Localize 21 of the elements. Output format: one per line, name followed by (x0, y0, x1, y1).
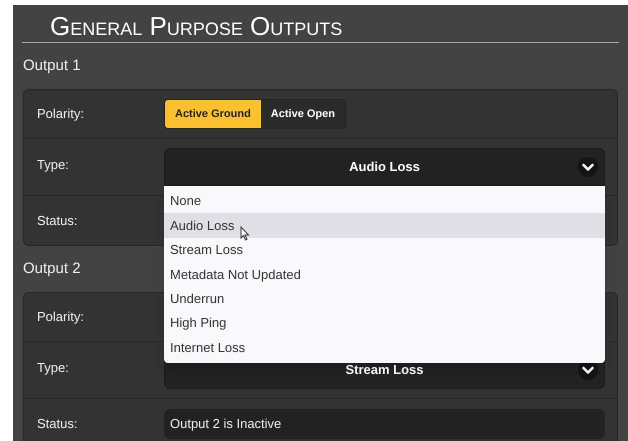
field-label: Polarity: (36, 105, 85, 124)
menu-option[interactable]: High Ping (164, 310, 605, 336)
menu-option[interactable]: Underrun (164, 286, 605, 311)
menu-option[interactable]: Stream Loss (164, 238, 605, 262)
toggle-button[interactable]: Active Open (260, 100, 345, 128)
status-field: Output 2 is Inactive (164, 408, 605, 438)
field-label: Type: (36, 156, 70, 174)
field-label: Type: (36, 359, 70, 377)
menu-option[interactable]: Audio Loss (164, 213, 605, 238)
menu-option[interactable]: Metadata Not Updated (164, 262, 605, 287)
page-title: General Purpose Outputs (50, 13, 342, 39)
mouse-cursor-icon (240, 226, 250, 241)
chevron-down-icon (578, 157, 598, 177)
field-label: Polarity: (36, 308, 85, 326)
field-label: Status: (36, 212, 78, 230)
menu-option[interactable]: None (164, 189, 605, 214)
section-heading: Output 2 (23, 258, 81, 279)
field-label: Status: (36, 414, 78, 433)
section-heading: Output 1 (23, 56, 81, 76)
type-select[interactable]: Audio Loss (164, 148, 605, 186)
toggle-button[interactable]: Active Ground (165, 100, 261, 128)
